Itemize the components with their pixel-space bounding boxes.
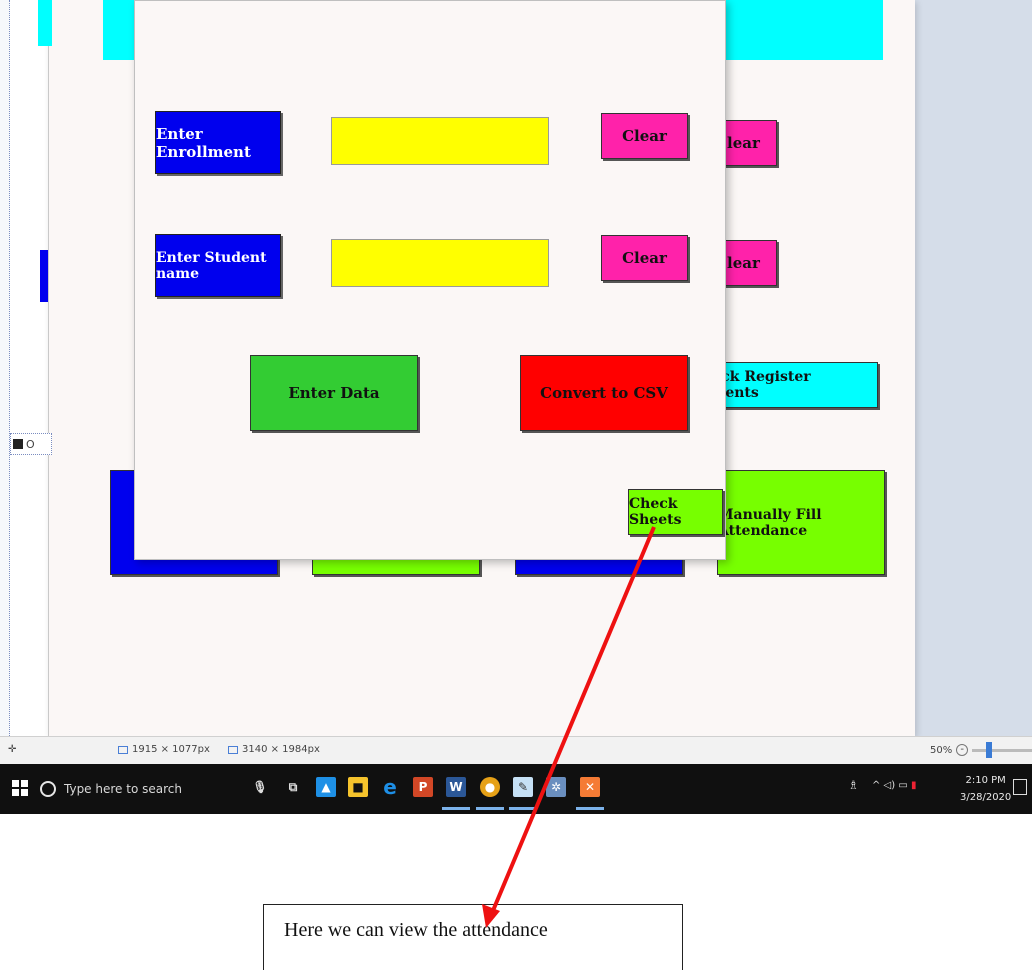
student-name-field[interactable] (331, 239, 549, 287)
paint-icon[interactable]: ✎ (509, 777, 537, 810)
microphone-icon[interactable]: 🎙 (250, 777, 270, 797)
enrollment-field[interactable] (331, 117, 549, 165)
move-icon: ✛ (8, 744, 17, 755)
file-explorer-icon[interactable]: ■ (348, 777, 368, 797)
image-size-icon (228, 745, 238, 754)
clear-enrollment-button[interactable]: Clear (601, 113, 688, 159)
task-view-icon[interactable]: ⧉ (283, 777, 303, 797)
clock-time: 2:10 PM (965, 775, 1006, 786)
powerpoint-icon[interactable]: P (413, 777, 433, 797)
paint-workspace-background (915, 0, 1032, 736)
enrollment-label: Enter Enrollment (155, 111, 281, 174)
back-blue-fragment (40, 250, 48, 302)
paint-window-fragment: O (10, 433, 52, 455)
xampp-icon[interactable]: ✕ (576, 777, 604, 810)
check-sheets-button[interactable]: Check Sheets (628, 489, 723, 535)
people-icon[interactable]: ♗ (848, 778, 859, 792)
clear-student-name-button[interactable]: Clear (601, 235, 688, 281)
selection-size: 1915 × 1077px (118, 744, 210, 755)
registration-dialog: Enter Enrollment Clear Enter Student nam… (134, 0, 726, 560)
annotation-callout: Here we can view the attendance (263, 904, 683, 970)
tray-icons[interactable]: ^ ◁) ▭ ▮ (872, 780, 916, 791)
zoom-control[interactable]: 50% - (930, 741, 1032, 758)
enter-data-button[interactable]: Enter Data (250, 355, 418, 431)
windows-taskbar: Type here to search 🎙 ⧉ ▲ ■ e P W ● ✎ ✲ … (0, 764, 1032, 814)
zoom-slider-thumb[interactable] (986, 741, 993, 758)
clock[interactable]: 2:10 PM 3/28/2020 (960, 772, 1011, 806)
manually-fill-attendance-button[interactable]: Manually Fill Attendance (717, 470, 885, 575)
chrome-icon[interactable]: ● (476, 777, 504, 810)
settings-icon[interactable]: ✲ (546, 777, 566, 797)
convert-to-csv-button[interactable]: Convert to CSV (520, 355, 688, 431)
student-name-label: Enter Student name (155, 234, 281, 297)
start-windows-icon[interactable] (12, 780, 28, 796)
clock-date: 3/28/2020 (960, 792, 1012, 803)
selection-icon (118, 745, 128, 754)
search-placeholder: Type here to search (64, 782, 182, 796)
cortana-icon (40, 781, 56, 797)
windows-icon (13, 439, 23, 449)
paint-canvas-left-margin (0, 0, 10, 736)
edge-icon[interactable]: e (380, 775, 400, 799)
store-icon[interactable]: ▲ (316, 777, 336, 797)
word-icon[interactable]: W (442, 777, 470, 810)
cyan-header-left (38, 0, 52, 46)
zoom-slider[interactable] (972, 741, 1032, 758)
image-size: 3140 × 1984px (228, 744, 320, 755)
notification-icon[interactable] (1013, 779, 1027, 795)
paint-status-bar: ✛ 1915 × 1077px 3140 × 1984px 50% - (0, 736, 1032, 764)
zoom-level: 50% (930, 744, 953, 756)
taskbar-search[interactable]: Type here to search (40, 772, 240, 806)
zoom-out-icon[interactable]: - (956, 744, 969, 756)
